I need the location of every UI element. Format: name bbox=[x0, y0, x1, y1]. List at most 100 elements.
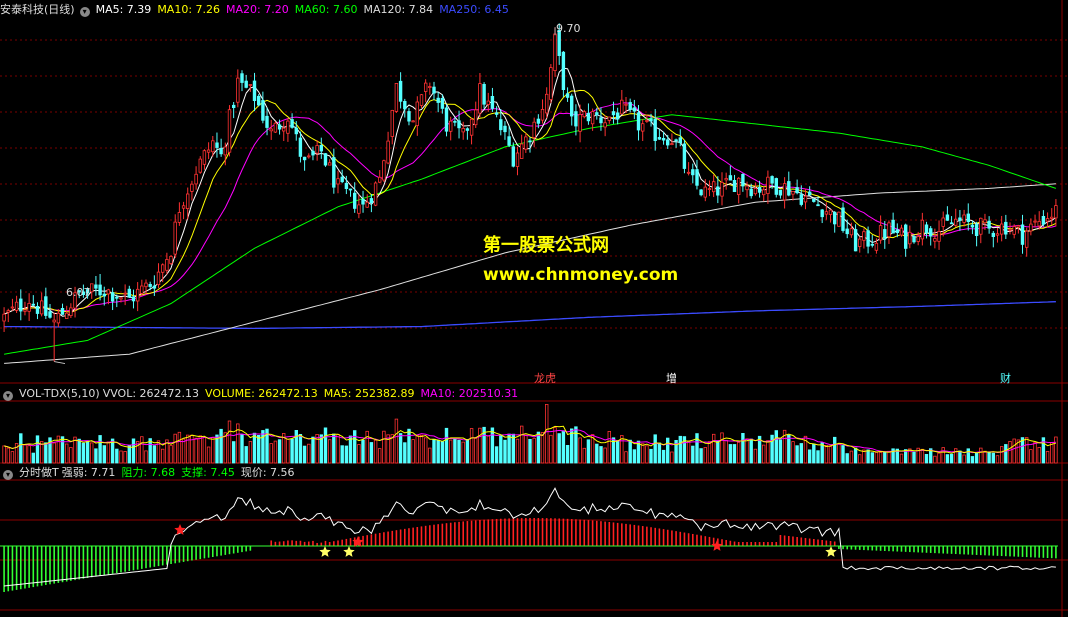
candle-up bbox=[941, 217, 945, 227]
volume-bar bbox=[336, 434, 340, 464]
volume-bar bbox=[661, 449, 666, 464]
candle-down bbox=[716, 186, 720, 196]
volume-bar bbox=[206, 446, 211, 464]
event-cai[interactable]: 财 bbox=[1000, 370, 1011, 386]
volume-bar bbox=[115, 448, 119, 464]
volume-bar bbox=[812, 443, 816, 464]
volume-bar bbox=[791, 441, 795, 464]
volume-bar bbox=[428, 447, 432, 464]
volume-bar bbox=[394, 418, 399, 464]
high-price-label: 9.70 bbox=[556, 22, 581, 35]
chart-canvas bbox=[0, 0, 1068, 617]
candle-up bbox=[712, 181, 716, 193]
candle-up bbox=[737, 177, 741, 196]
volume-bar bbox=[248, 441, 253, 464]
event-zeng[interactable]: 增 bbox=[666, 370, 677, 386]
candle-down bbox=[770, 176, 774, 184]
volume-bar bbox=[974, 452, 979, 464]
volume-bar bbox=[286, 438, 290, 464]
volume-bar bbox=[177, 431, 182, 464]
candle-down bbox=[674, 139, 678, 142]
volume-bar bbox=[774, 430, 778, 464]
candle-down bbox=[252, 80, 257, 102]
volume-bar bbox=[194, 437, 198, 464]
candle-up bbox=[862, 231, 866, 241]
volume-bar bbox=[357, 444, 361, 464]
candle-up bbox=[1029, 223, 1033, 232]
volume-bar bbox=[678, 435, 682, 464]
volume-bar bbox=[578, 437, 582, 464]
volume-header: ▾ VOL-TDX(5,10) VVOL: 262472.13 VOLUME: 262… bbox=[0, 386, 1068, 402]
candle-down bbox=[1020, 224, 1025, 245]
volume-bar bbox=[85, 440, 90, 464]
candle-up bbox=[624, 103, 628, 106]
event-lhb[interactable]: 龙虎 bbox=[534, 370, 556, 386]
collapse-icon[interactable]: ▾ bbox=[79, 7, 90, 17]
volume-bar bbox=[641, 443, 645, 464]
legend-ma5: MA5: 7.39 bbox=[95, 3, 152, 16]
candle-up bbox=[849, 228, 854, 236]
collapse-icon[interactable]: ▾ bbox=[3, 470, 13, 480]
candle-down bbox=[511, 146, 515, 167]
candle-down bbox=[883, 229, 887, 239]
candle-down bbox=[661, 137, 666, 141]
candle-up bbox=[1054, 205, 1058, 219]
candle-down bbox=[749, 188, 753, 197]
candle-down bbox=[323, 153, 328, 166]
volume-bar bbox=[211, 437, 215, 464]
volume-bar bbox=[19, 433, 23, 464]
candle-up bbox=[995, 233, 1000, 236]
candle-up bbox=[703, 186, 707, 198]
candle-down bbox=[344, 182, 349, 190]
candle-down bbox=[895, 229, 899, 234]
vol-ma5: MA5: 252382.89 bbox=[323, 387, 415, 400]
volume-bar bbox=[469, 428, 474, 464]
volume-bar bbox=[749, 438, 753, 464]
candle-up bbox=[766, 176, 770, 194]
candle-down bbox=[348, 188, 353, 191]
candle-up bbox=[620, 99, 624, 115]
volume-bar bbox=[874, 451, 879, 464]
volume-bar bbox=[277, 439, 282, 464]
volume-bar bbox=[574, 426, 578, 464]
candle-down bbox=[507, 136, 511, 146]
candle-up bbox=[920, 219, 925, 240]
candle-up bbox=[357, 204, 361, 214]
candle-down bbox=[987, 220, 991, 229]
candle-down bbox=[536, 118, 541, 124]
candle-down bbox=[340, 176, 344, 183]
candle-up bbox=[724, 178, 728, 181]
volume-bar bbox=[1050, 441, 1054, 464]
candle-down bbox=[891, 219, 895, 234]
candle-up bbox=[52, 319, 56, 323]
candle-up bbox=[1008, 228, 1012, 231]
buy-star-icon bbox=[825, 546, 837, 557]
volume-bar bbox=[670, 451, 674, 464]
candle-up bbox=[753, 187, 758, 195]
collapse-icon[interactable]: ▾ bbox=[3, 391, 13, 401]
volume-bar bbox=[933, 455, 937, 464]
candle-up bbox=[1050, 216, 1054, 219]
candle-down bbox=[741, 173, 745, 187]
volume-bar bbox=[415, 435, 419, 464]
candle-up bbox=[69, 307, 73, 316]
candle-down bbox=[611, 111, 616, 116]
candle-down bbox=[499, 119, 503, 131]
volume-bar bbox=[440, 441, 445, 464]
candle-down bbox=[265, 115, 269, 128]
volume-bar bbox=[1054, 436, 1058, 464]
candle-down bbox=[311, 150, 315, 156]
volume-bar bbox=[565, 444, 570, 464]
volume-bar bbox=[223, 432, 227, 464]
candle-down bbox=[841, 207, 845, 231]
candle-down bbox=[19, 298, 23, 312]
candle-down bbox=[432, 86, 436, 94]
volume-bar bbox=[691, 445, 695, 464]
volume-bar bbox=[941, 447, 945, 464]
volume-bar bbox=[77, 438, 81, 464]
candle-up bbox=[281, 127, 286, 132]
candle-up bbox=[286, 120, 290, 134]
volume-bar bbox=[494, 446, 499, 464]
candle-up bbox=[23, 309, 27, 312]
candle-up bbox=[56, 312, 61, 324]
